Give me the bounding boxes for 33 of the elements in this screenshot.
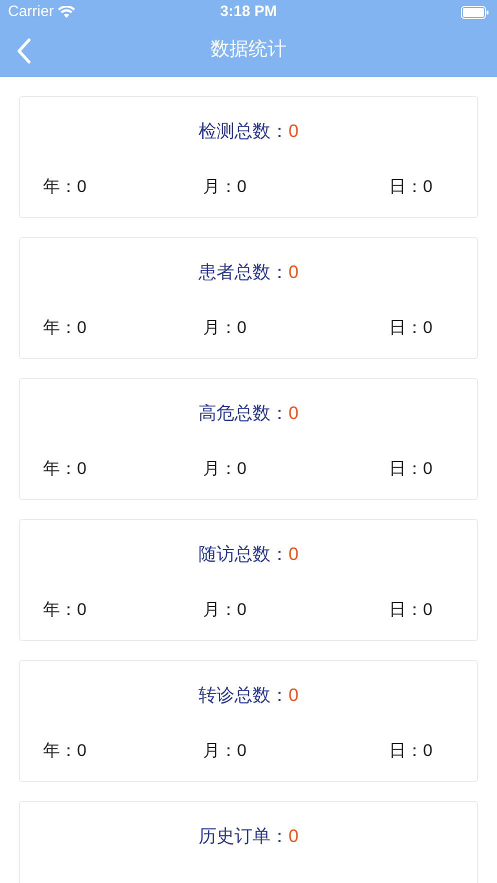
back-chevron-icon bbox=[16, 38, 32, 64]
card-title: 历史订单： bbox=[198, 825, 288, 848]
period-count: 年：0 bbox=[43, 740, 88, 762]
card-title: 患者总数： bbox=[198, 261, 288, 284]
total-value: 0 bbox=[288, 543, 298, 566]
period-count: 日：0 bbox=[389, 317, 432, 339]
card-title: 检测总数： bbox=[198, 120, 288, 143]
period-count: 年：0 bbox=[43, 176, 88, 198]
period-count: 月：0 bbox=[203, 599, 248, 621]
carrier-label: Carrier bbox=[8, 2, 54, 22]
period-count: 月：0 bbox=[203, 317, 248, 339]
period-count: 日：0 bbox=[389, 599, 432, 621]
period-count: 年：0 bbox=[43, 599, 88, 621]
period-count: 年：0 bbox=[43, 458, 88, 480]
page-title: 数据统计 bbox=[210, 38, 286, 62]
card-title: 随访总数： bbox=[198, 543, 288, 566]
card-title: 转诊总数： bbox=[198, 684, 288, 707]
period-count: 日：0 bbox=[389, 176, 432, 198]
battery-icon bbox=[461, 6, 489, 18]
total-value: 0 bbox=[288, 120, 298, 143]
period-count: 日：0 bbox=[389, 458, 432, 480]
period-count: 月：0 bbox=[203, 176, 248, 198]
total-value: 0 bbox=[288, 684, 298, 707]
total-value: 0 bbox=[288, 402, 298, 425]
total-value: 0 bbox=[288, 261, 298, 284]
period-count: 月：0 bbox=[203, 740, 248, 762]
wifi-icon bbox=[58, 6, 75, 18]
status-time: 3:18 PM bbox=[220, 2, 277, 22]
period-count: 月：0 bbox=[203, 458, 248, 480]
period-count: 年：0 bbox=[43, 317, 88, 339]
period-count: 日：0 bbox=[389, 740, 432, 762]
card-title: 高危总数： bbox=[198, 402, 288, 425]
total-value: 0 bbox=[288, 825, 298, 848]
